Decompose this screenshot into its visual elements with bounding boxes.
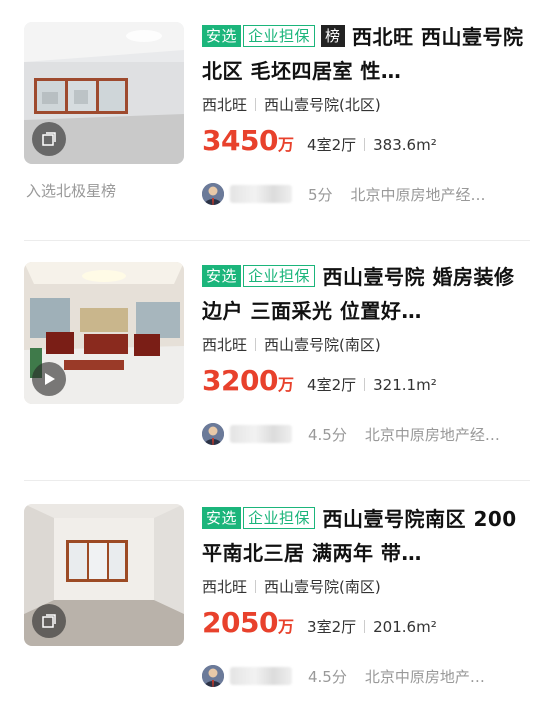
rank-note: 入选北极星榜 xyxy=(26,182,117,200)
listing-region: 西北旺 西山壹号院(北区) xyxy=(202,94,532,116)
price: 2050 xyxy=(202,606,278,639)
listing-card[interactable]: 安选 企业担保 西山壹号院南区 200平南北三居 满两年 带… 西北旺 西山壹号院(… xyxy=(0,496,554,707)
listing-thumbnail[interactable] xyxy=(24,504,184,646)
agent-row[interactable]: 5分 北京中原房地产经… xyxy=(202,180,486,208)
listing-title[interactable]: 安选 企业担保 西山壹号院 婚房装修 边户 三面采光 位置好… xyxy=(202,260,532,328)
listing-card[interactable]: 安选 企业担保 西山壹号院 婚房装修 边户 三面采光 位置好… 西北旺 西山壹号院(… xyxy=(0,254,554,472)
agent-row[interactable]: 4.5分 北京中原房地产经… xyxy=(202,420,500,448)
listing-card[interactable]: 入选北极星榜 安选 企业担保榜 西北旺 西山壹号院北区 毛坯四居室 性… 西北旺西… xyxy=(0,14,554,240)
district: 西北旺 xyxy=(202,578,248,596)
listing-info: 安选 企业担保榜 西北旺 西山壹号院北区 毛坯四居室 性… 西北旺 西山壹号院(北区… xyxy=(202,20,532,158)
room-layout: 4室2厅 xyxy=(307,376,357,394)
agent-name-blurred xyxy=(230,667,292,685)
price-row: 3200万 4室2厅 321.1m² xyxy=(202,364,532,398)
listing-title[interactable]: 安选 企业担保榜 西北旺 西山壹号院北区 毛坯四居室 性… xyxy=(202,20,532,88)
floor-area: 321.1m² xyxy=(373,376,437,394)
agent-avatar xyxy=(202,665,224,687)
tag-guarantee: 企业担保 xyxy=(243,25,316,47)
agency-name: 北京中原房地产经… xyxy=(350,185,486,204)
room-layout: 3室2厅 xyxy=(307,618,357,636)
agent-score: 5分 xyxy=(308,185,333,204)
play-icon xyxy=(32,362,66,396)
price: 3450 xyxy=(202,124,278,157)
community: 西山壹号院(南区) xyxy=(264,336,381,354)
listing-region: 西北旺 西山壹号院(南区) xyxy=(202,576,532,598)
agent-avatar xyxy=(202,183,224,205)
tag-select: 安选 xyxy=(202,25,242,47)
agent-avatar xyxy=(202,423,224,445)
price-row: 2050万 3室2厅 201.6m² xyxy=(202,606,532,640)
agent-name-blurred xyxy=(230,185,292,203)
price-row: 3450万 4室2厅 383.6m² xyxy=(202,124,532,158)
agency-name: 北京中原房地产经… xyxy=(364,425,500,444)
tag-guarantee: 企业担保 xyxy=(243,507,316,529)
price-unit: 万 xyxy=(277,375,294,394)
price-unit: 万 xyxy=(277,617,294,636)
gallery-icon xyxy=(32,122,66,156)
agent-score: 4.5分 xyxy=(308,425,347,444)
divider xyxy=(364,378,366,391)
agency-name: 北京中原房地产… xyxy=(364,667,485,686)
room-layout: 4室2厅 xyxy=(307,136,357,154)
tag-select: 安选 xyxy=(202,265,242,287)
listing-list: 入选北极星榜 安选 企业担保榜 西北旺 西山壹号院北区 毛坯四居室 性… 西北旺西… xyxy=(0,0,554,707)
price: 3200 xyxy=(202,364,278,397)
divider xyxy=(364,138,366,151)
community: 西山壹号院(南区) xyxy=(264,578,381,596)
gallery-icon xyxy=(32,604,66,638)
district: 西北旺 xyxy=(202,336,248,354)
divider xyxy=(364,620,366,633)
card-divider xyxy=(24,480,530,481)
card-divider xyxy=(24,240,530,241)
tag-guarantee: 企业担保 xyxy=(243,265,316,287)
floor-area: 383.6m² xyxy=(373,136,437,154)
divider xyxy=(255,580,257,593)
listing-info: 安选 企业担保 西山壹号院南区 200平南北三居 满两年 带… 西北旺 西山壹号院(… xyxy=(202,502,532,640)
district: 西北旺 xyxy=(202,96,248,114)
divider xyxy=(255,98,257,111)
listing-region: 西北旺 西山壹号院(南区) xyxy=(202,334,532,356)
divider xyxy=(255,338,257,351)
listing-thumbnail[interactable] xyxy=(24,262,184,404)
listing-title[interactable]: 安选 企业担保 西山壹号院南区 200平南北三居 满两年 带… xyxy=(202,502,532,570)
agent-score: 4.5分 xyxy=(308,667,347,686)
listing-thumbnail[interactable] xyxy=(24,22,184,164)
agent-row[interactable]: 4.5分 北京中原房地产… xyxy=(202,662,485,690)
tag-select: 安选 xyxy=(202,507,242,529)
floor-area: 201.6m² xyxy=(373,618,437,636)
listing-info: 安选 企业担保 西山壹号院 婚房装修 边户 三面采光 位置好… 西北旺 西山壹号院(… xyxy=(202,260,532,398)
agent-name-blurred xyxy=(230,425,292,443)
community: 西山壹号院(北区) xyxy=(264,96,381,114)
price-unit: 万 xyxy=(277,135,294,154)
tag-rank: 榜 xyxy=(321,25,345,47)
